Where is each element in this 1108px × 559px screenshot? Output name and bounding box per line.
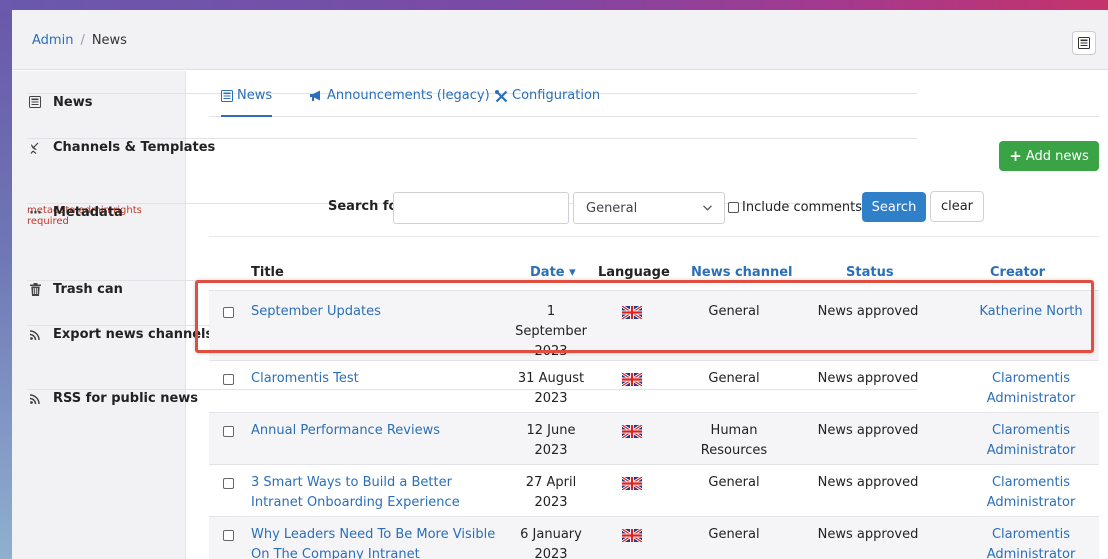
add-news-label: Add news bbox=[1025, 148, 1089, 164]
table-row: 3 Smart Ways to Build a Better Intranet … bbox=[209, 464, 1099, 516]
news-status: News approved bbox=[817, 304, 919, 319]
rss-icon bbox=[30, 330, 40, 340]
news-date: 6 January 2023 bbox=[520, 527, 582, 559]
breadcrumb-admin-link[interactable]: Admin bbox=[32, 33, 73, 48]
news-status: News approved bbox=[817, 371, 919, 386]
tab-label: News bbox=[237, 88, 273, 103]
column-title: Title bbox=[251, 265, 284, 280]
megaphone-icon bbox=[310, 90, 320, 101]
tab-news[interactable]: News bbox=[221, 88, 273, 117]
row-checkbox[interactable] bbox=[223, 426, 234, 437]
news-date: 27 April 2023 bbox=[525, 475, 577, 510]
row-checkbox[interactable] bbox=[223, 307, 234, 318]
sidebar-item-label: Channels & Templates bbox=[53, 140, 216, 155]
news-channel: General bbox=[708, 304, 760, 319]
sidebar-item-label: Metadata bbox=[53, 205, 123, 220]
tab-bar: News Announcements (legacy) Configuratio… bbox=[209, 71, 1099, 117]
sidebar-item-label: News bbox=[53, 95, 93, 110]
news-date: 31 August 2023 bbox=[517, 371, 585, 406]
news-title-link[interactable]: Annual Performance Reviews bbox=[251, 421, 501, 441]
creator-link[interactable]: Katherine North bbox=[961, 302, 1101, 322]
news-channel: Human Resources bbox=[700, 423, 768, 458]
top-accent-stripe bbox=[0, 0, 1108, 10]
tab-announcements[interactable]: Announcements (legacy) bbox=[309, 88, 490, 117]
row-checkbox[interactable] bbox=[223, 530, 234, 541]
column-news-channel[interactable]: News channel bbox=[691, 265, 793, 280]
column-date[interactable]: Date ▾ bbox=[530, 265, 576, 280]
tools-icon bbox=[495, 90, 508, 103]
column-creator[interactable]: Creator bbox=[990, 265, 1045, 280]
table-row: Claromentis Test 31 August 2023 General … bbox=[209, 360, 1099, 412]
news-status: News approved bbox=[817, 475, 919, 490]
satellite-dish-icon bbox=[30, 142, 39, 154]
breadcrumb-separator: / bbox=[80, 33, 85, 48]
row-checkbox[interactable] bbox=[223, 478, 234, 489]
uk-flag-icon bbox=[622, 373, 642, 386]
plus-icon: + bbox=[1009, 147, 1022, 165]
sidebar-item-label: Trash can bbox=[53, 282, 123, 297]
ellipsis-icon: ··· bbox=[29, 206, 42, 221]
table-row: Why Leaders Need To Be More Visible On T… bbox=[209, 516, 1099, 559]
left-accent-stripe bbox=[0, 10, 12, 559]
trash-icon bbox=[29, 283, 41, 296]
include-comments-toggle[interactable]: Include comments bbox=[728, 200, 862, 215]
table-row: Annual Performance Reviews 12 June 2023 … bbox=[209, 412, 1099, 464]
rss-icon bbox=[30, 394, 40, 404]
creator-link[interactable]: Claromentis Administrator bbox=[961, 421, 1101, 461]
search-bar: Search for General Include comments Sear… bbox=[209, 191, 1099, 227]
breadcrumb-current: News bbox=[91, 33, 127, 48]
news-channel: General bbox=[708, 371, 760, 386]
include-comments-label: Include comments bbox=[742, 200, 862, 215]
search-input[interactable] bbox=[393, 192, 569, 224]
news-title-link[interactable]: Why Leaders Need To Be More Visible On T… bbox=[251, 525, 507, 559]
news-channel: General bbox=[708, 527, 760, 542]
news-date: 1 September 2023 bbox=[515, 304, 587, 359]
sidebar-item-label: RSS for public news bbox=[53, 391, 199, 406]
uk-flag-icon bbox=[622, 306, 642, 319]
tab-label: Announcements (legacy) bbox=[327, 88, 490, 103]
channel-select-value: General bbox=[586, 200, 638, 216]
news-status: News approved bbox=[817, 527, 919, 542]
tab-configuration[interactable]: Configuration bbox=[495, 88, 600, 117]
main-content: News Announcements (legacy) Configuratio… bbox=[209, 71, 1099, 559]
news-date: 12 June 2023 bbox=[526, 423, 576, 458]
creator-link[interactable]: Claromentis Administrator bbox=[961, 525, 1101, 559]
sort-desc-icon: ▾ bbox=[569, 265, 576, 280]
channel-select[interactable]: General bbox=[573, 192, 725, 224]
news-title-link[interactable]: Claromentis Test bbox=[251, 369, 501, 389]
add-news-button[interactable]: + Add news bbox=[999, 141, 1099, 171]
news-status: News approved bbox=[817, 423, 919, 438]
sidebar: News Channels & Templates ··· Metadata m… bbox=[12, 71, 917, 559]
news-title-link[interactable]: September Updates bbox=[251, 302, 501, 322]
newspaper-icon bbox=[221, 90, 233, 102]
newspaper-icon bbox=[1078, 37, 1090, 49]
table-header: Title Date ▾ Language News channel Statu… bbox=[209, 257, 1099, 285]
clear-button[interactable]: clear bbox=[930, 191, 984, 222]
uk-flag-icon bbox=[622, 425, 642, 438]
breadcrumb: Admin / News bbox=[32, 33, 127, 48]
creator-link[interactable]: Claromentis Administrator bbox=[961, 369, 1101, 409]
table-divider bbox=[209, 236, 1099, 237]
newspaper-icon bbox=[29, 96, 41, 108]
sidebar-item-metadata[interactable]: ··· Metadata metadata admin rights requi… bbox=[27, 203, 917, 227]
creator-link[interactable]: Claromentis Administrator bbox=[961, 473, 1101, 513]
uk-flag-icon bbox=[622, 477, 642, 490]
include-comments-checkbox[interactable] bbox=[728, 202, 739, 213]
column-status[interactable]: Status bbox=[846, 265, 894, 280]
news-title-link[interactable]: 3 Smart Ways to Build a Better Intranet … bbox=[251, 473, 507, 513]
chevron-down-icon bbox=[703, 205, 712, 211]
search-button[interactable]: Search bbox=[862, 192, 926, 222]
column-language: Language bbox=[598, 265, 670, 280]
sidebar-toggle-button[interactable] bbox=[1072, 31, 1096, 55]
row-checkbox[interactable] bbox=[223, 374, 234, 385]
table-row: September Updates 1 September 2023 Gener… bbox=[209, 290, 1099, 360]
uk-flag-icon bbox=[622, 529, 642, 542]
news-channel: General bbox=[708, 475, 760, 490]
app-frame: Admin / News News Channels & Templates ···… bbox=[12, 10, 1108, 559]
column-date-label: Date bbox=[530, 265, 565, 280]
page-header: Admin / News bbox=[12, 10, 1108, 70]
tab-label: Configuration bbox=[512, 88, 601, 103]
